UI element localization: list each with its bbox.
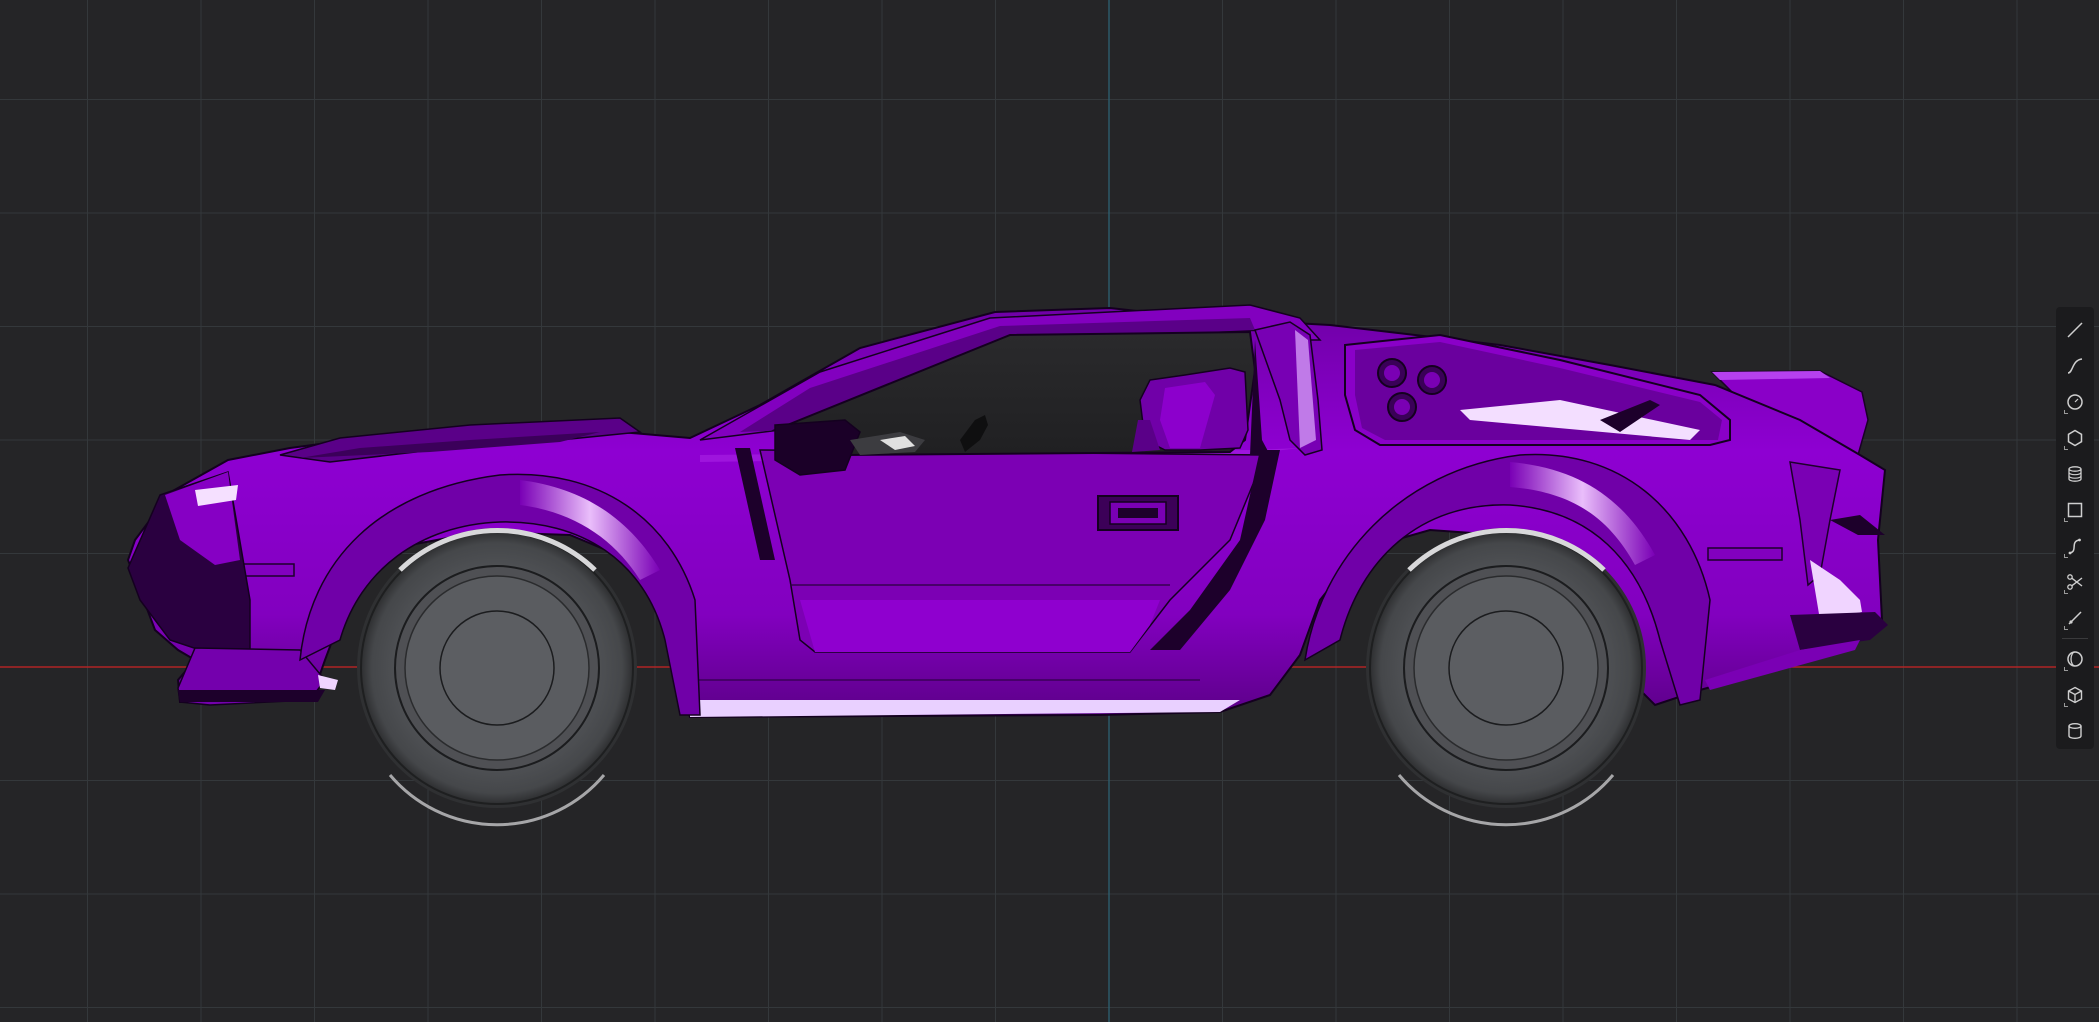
line-icon xyxy=(2067,322,2083,338)
submenu-indicator-icon xyxy=(2064,667,2068,671)
car-model[interactable] xyxy=(0,0,2099,1022)
submenu-indicator-icon xyxy=(2064,410,2068,414)
extend-icon xyxy=(2068,611,2082,625)
rectangle-icon xyxy=(2067,502,2083,518)
rectangle-tool-button[interactable] xyxy=(2056,492,2094,528)
trim-tool-button[interactable] xyxy=(2056,564,2094,600)
spline-icon xyxy=(2067,358,2083,374)
spline-tool-button[interactable] xyxy=(2056,348,2094,384)
extend-tool-button[interactable] xyxy=(2056,600,2094,636)
submenu-indicator-icon xyxy=(2064,703,2068,707)
3d-viewport[interactable] xyxy=(0,0,2099,1022)
circle-icon xyxy=(2067,394,2083,410)
submenu-indicator-icon xyxy=(2064,590,2068,594)
front-wheel xyxy=(357,527,637,827)
polygon-tool-button[interactable] xyxy=(2056,420,2094,456)
polygon-icon xyxy=(2067,429,2083,447)
toolbar-separator xyxy=(2062,638,2088,639)
cylinder-icon xyxy=(2068,723,2082,739)
submenu-indicator-icon xyxy=(2064,626,2068,630)
curve-icon xyxy=(2068,538,2081,555)
stack-tool-button[interactable] xyxy=(2056,456,2094,492)
curve-tool-button[interactable] xyxy=(2056,528,2094,564)
line-tool-button[interactable] xyxy=(2056,312,2094,348)
scissors-icon xyxy=(2067,574,2083,590)
circle-tool-button[interactable] xyxy=(2056,384,2094,420)
drawing-toolbar xyxy=(2056,307,2094,749)
shell-tool-button[interactable] xyxy=(2056,641,2094,677)
rear-wheel xyxy=(1366,527,1646,827)
cylinder-tool-button[interactable] xyxy=(2056,713,2094,749)
submenu-indicator-icon xyxy=(2064,446,2068,450)
shell-icon xyxy=(2067,651,2083,667)
stack-icon xyxy=(2068,466,2082,482)
cube-icon xyxy=(2067,686,2083,704)
submenu-indicator-icon xyxy=(2064,518,2068,522)
submenu-indicator-icon xyxy=(2064,554,2068,558)
solid-box-tool-button[interactable] xyxy=(2056,677,2094,713)
